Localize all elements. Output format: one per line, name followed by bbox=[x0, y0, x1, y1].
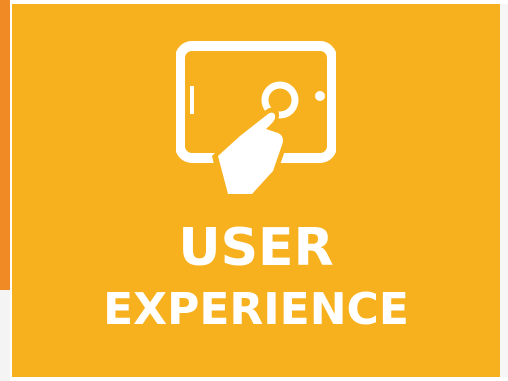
title-line-1: USER bbox=[178, 218, 334, 278]
title-line-2: EXPERIENCE bbox=[103, 284, 409, 335]
neighbor-tile-edge: ​ bbox=[0, 0, 10, 381]
neighbor-tile-orange bbox=[0, 0, 10, 290]
tile-edge bbox=[500, 4, 508, 377]
neighbor-tile-glyph: ​ bbox=[0, 256, 10, 296]
canvas: ​ USER EXPERIENCE bbox=[0, 0, 508, 381]
tablet-touch-icon bbox=[176, 38, 336, 198]
neighbor-tile-white bbox=[0, 290, 10, 381]
